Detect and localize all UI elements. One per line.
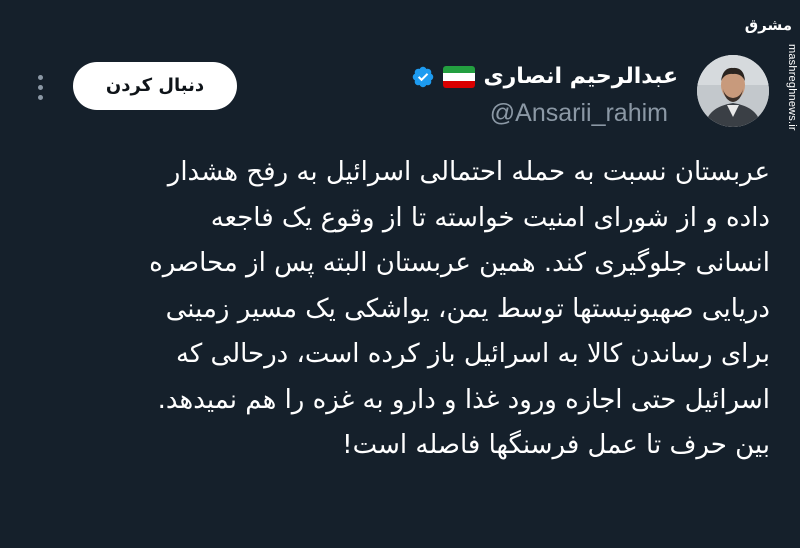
- watermark-site: mashreghnews.ir: [786, 44, 798, 131]
- tweet-line: دریایی صهیونیستها توسط یمن، یواشکی یک مس…: [165, 293, 770, 324]
- tweet-text: عربستان نسبت به حمله احتمالی اسرائیل به …: [22, 150, 770, 469]
- watermark: مشرق mashreghnews.ir: [745, 10, 800, 140]
- tweet-line: اسرائیل حتی اجازه ورود غذا و دارو به غزه…: [157, 384, 770, 415]
- verified-badge-icon: [413, 66, 434, 88]
- author-display-name[interactable]: عبدالرحیم انصاری: [483, 60, 678, 94]
- tweet-line: بین حرف تا عمل فرسنگها فاصله است!: [342, 430, 770, 460]
- more-options-icon[interactable]: [30, 70, 50, 104]
- follow-button[interactable]: دنبال کردن: [73, 62, 237, 110]
- watermark-logo: مشرق: [744, 16, 792, 34]
- author-handle[interactable]: @Ansarii_rahim: [490, 97, 668, 129]
- avatar-image: [697, 55, 769, 127]
- tweet-line: عربستان نسبت به حمله احتمالی اسرائیل به …: [167, 157, 770, 187]
- tweet-line: داده و از شورای امنیت خواسته تا از وقوع …: [210, 202, 770, 233]
- flag-stripe-white: [443, 73, 476, 81]
- tweet-line: انسانی جلوگیری کند. همین عربستان البته پ…: [149, 248, 770, 278]
- author-name-row: عبدالرحیم انصاری: [411, 60, 678, 94]
- flag-stripe-green: [443, 66, 476, 74]
- avatar[interactable]: [697, 55, 769, 127]
- tweet-line: برای رساندن کالا به اسرائیل باز کرده است…: [175, 339, 770, 369]
- tweet-card: مشرق mashreghnews.ir عبدالرحیم انصاری @A…: [0, 0, 800, 548]
- more-dot: [37, 94, 43, 100]
- iran-flag-icon: [443, 66, 476, 88]
- more-dot: [37, 74, 43, 80]
- more-dot: [37, 84, 43, 90]
- flag-stripe-red: [443, 80, 476, 88]
